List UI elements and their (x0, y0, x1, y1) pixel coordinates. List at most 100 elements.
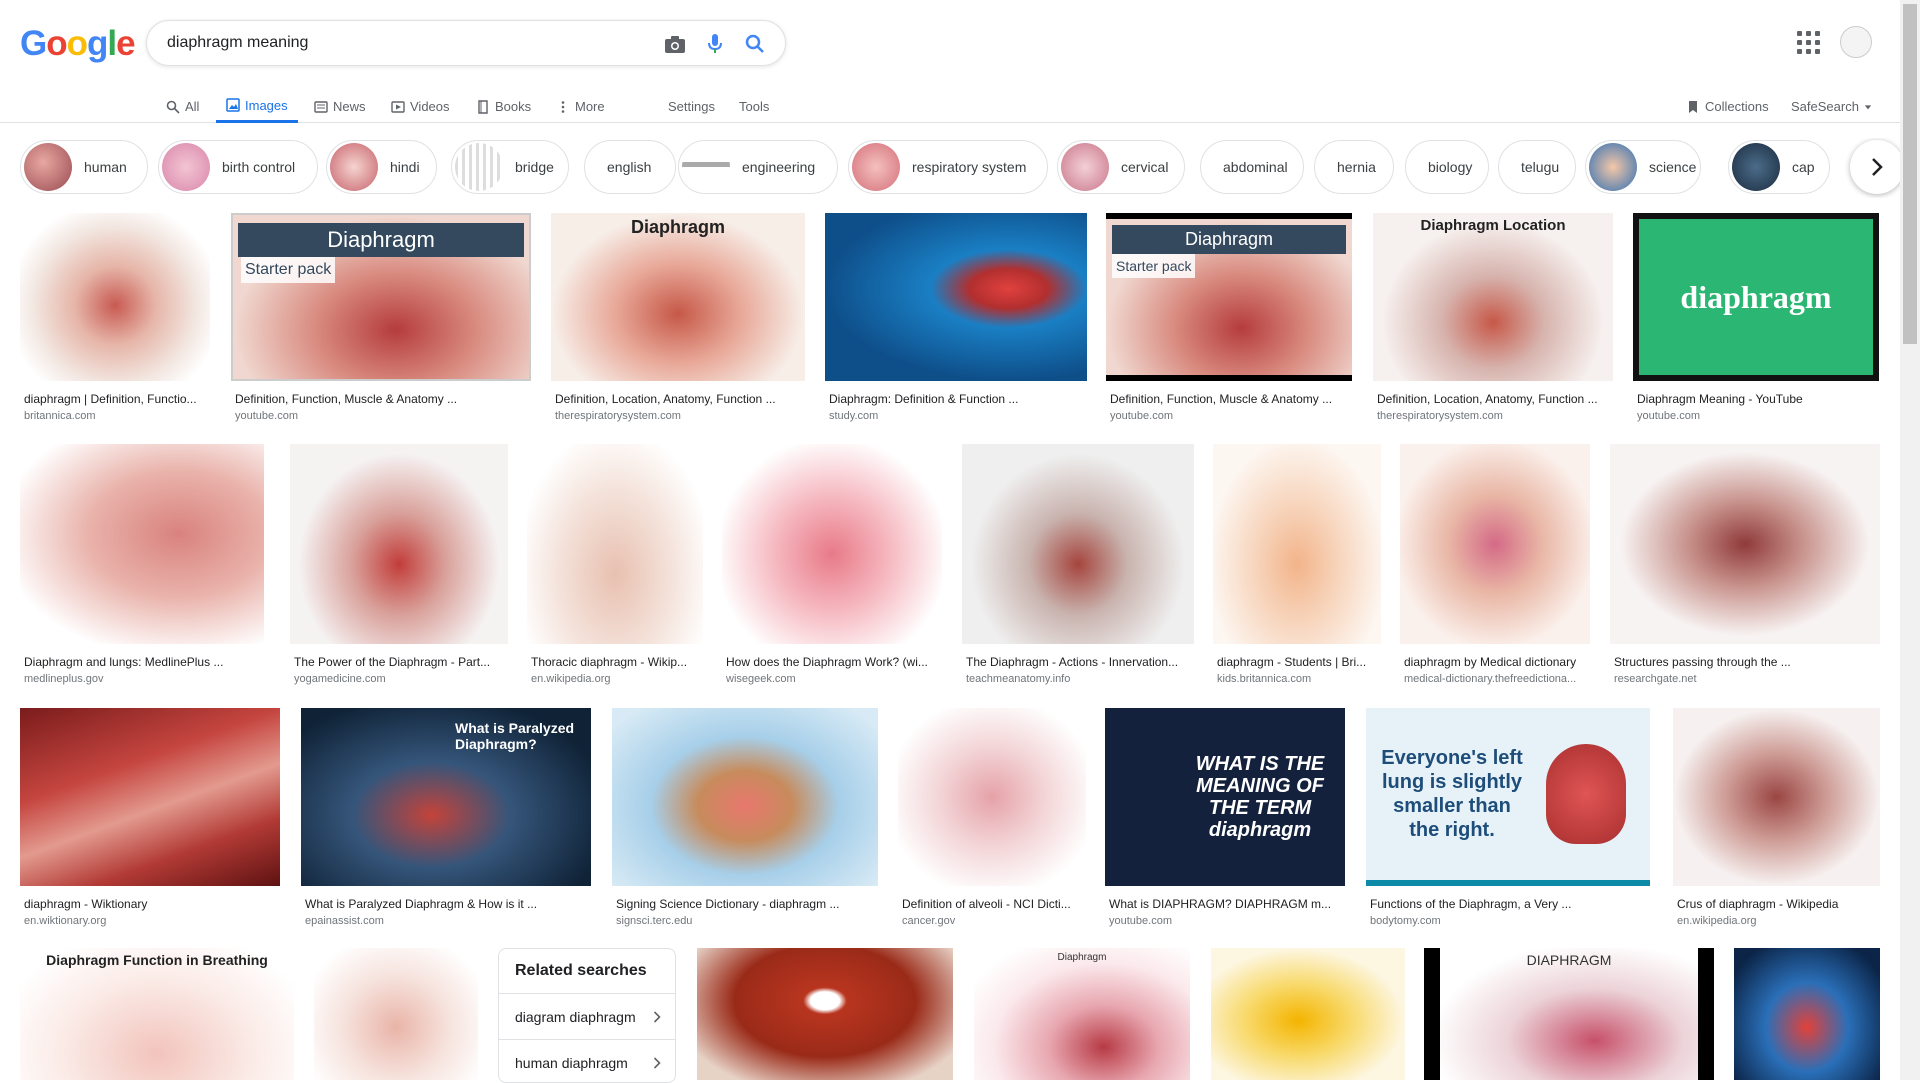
result-image[interactable] (290, 444, 508, 644)
result-image[interactable] (1673, 708, 1880, 886)
result-image[interactable] (612, 708, 878, 886)
page-scrollbar[interactable] (1900, 0, 1920, 1080)
image-result[interactable] (1734, 948, 1880, 1080)
chip-engineering[interactable]: engineering (678, 140, 838, 194)
tab-tools[interactable]: Tools (739, 88, 769, 123)
result-image[interactable] (20, 213, 210, 381)
chip-hindi[interactable]: hindi (326, 140, 437, 194)
result-title[interactable]: What is DIAPHRAGM? DIAPHRAGM m... (1109, 897, 1345, 911)
image-result[interactable]: What is Paralyzed Diaphragm? What is Par… (301, 708, 591, 930)
result-title[interactable]: diaphragm | Definition, Functio... (24, 392, 210, 406)
image-result[interactable]: Definition of alveoli - NCI Dicti... can… (898, 708, 1086, 930)
chip-english[interactable]: english (584, 140, 676, 194)
chip-respiratory-system[interactable]: respiratory system (848, 140, 1048, 194)
result-title[interactable]: diaphragm - Students | Bri... (1217, 655, 1381, 669)
microphone-icon[interactable] (703, 32, 727, 56)
image-result[interactable] (697, 948, 953, 1080)
search-icon[interactable] (743, 32, 767, 56)
tab-news[interactable]: News (314, 88, 366, 123)
related-search-item[interactable]: diagram diaphragm (499, 993, 675, 1039)
image-result[interactable]: Diaphragm Definition, Location, Anatomy,… (551, 213, 805, 423)
image-result[interactable]: Everyone's left lung is slightly smaller… (1366, 708, 1650, 930)
result-title[interactable]: Diaphragm: Definition & Function ... (829, 392, 1087, 406)
image-result[interactable]: Diaphragm (974, 948, 1190, 1080)
chips-next-button[interactable] (1850, 140, 1900, 194)
result-title[interactable]: The Diaphragm - Actions - Innervation... (966, 655, 1194, 669)
chip-telugu[interactable]: telugu (1498, 140, 1576, 194)
result-image[interactable]: Diaphragm (974, 948, 1190, 1080)
result-image[interactable]: diaphragm (1633, 213, 1879, 381)
result-title[interactable]: What is Paralyzed Diaphragm & How is it … (305, 897, 591, 911)
result-image[interactable] (527, 444, 703, 644)
image-result[interactable]: diaphragm Diaphragm Meaning - YouTube yo… (1633, 213, 1879, 423)
result-title[interactable]: Definition, Location, Anatomy, Function … (1377, 392, 1613, 406)
related-search-item[interactable]: human diaphragm (499, 1039, 675, 1082)
result-image[interactable] (20, 444, 264, 644)
chip-bridge[interactable]: bridge (451, 140, 569, 194)
google-logo[interactable]: Google (20, 24, 136, 64)
image-result[interactable]: Diaphragm Function in Breathing (20, 948, 294, 1080)
result-title[interactable]: Thoracic diaphragm - Wikip... (531, 655, 703, 669)
image-result[interactable]: Diaphragm: Definition & Function ... stu… (825, 213, 1087, 423)
image-result[interactable]: WHAT IS THE MEANING OF THE TERM diaphrag… (1105, 708, 1345, 930)
result-image[interactable] (697, 948, 953, 1080)
search-input[interactable] (167, 30, 647, 56)
image-result[interactable]: The Diaphragm - Actions - Innervation...… (962, 444, 1194, 688)
image-result[interactable]: How does the Diaphragm Work? (wi... wise… (722, 444, 942, 688)
image-result[interactable]: Diaphragm Location Definition, Location,… (1373, 213, 1613, 423)
result-image[interactable] (898, 708, 1086, 886)
result-title[interactable]: Functions of the Diaphragm, a Very ... (1370, 897, 1650, 911)
result-image[interactable] (1213, 444, 1381, 644)
result-image[interactable] (1400, 444, 1590, 644)
image-result[interactable]: diaphragm - Wiktionary en.wiktionary.org (20, 708, 280, 930)
result-title[interactable]: How does the Diaphragm Work? (wi... (726, 655, 942, 669)
result-title[interactable]: The Power of the Diaphragm - Part... (294, 655, 508, 669)
chip-cap[interactable]: cap (1728, 140, 1830, 194)
result-image[interactable] (1211, 948, 1405, 1080)
result-image[interactable] (1734, 948, 1880, 1080)
image-result[interactable]: Diaphragm Starter pack Definition, Funct… (231, 213, 531, 423)
tab-all[interactable]: All (166, 88, 199, 123)
result-image[interactable] (825, 213, 1087, 381)
result-image[interactable] (20, 708, 280, 886)
result-image[interactable]: Diaphragm Location (1373, 213, 1613, 381)
collections-button[interactable]: Collections (1686, 88, 1769, 123)
result-title[interactable]: diaphragm by Medical dictionary (1404, 655, 1590, 669)
safesearch-button[interactable]: SafeSearch (1791, 88, 1872, 123)
result-title[interactable]: Signing Science Dictionary - diaphragm .… (616, 897, 878, 911)
image-result[interactable]: Crus of diaphragm - Wikipedia en.wikiped… (1673, 708, 1880, 930)
image-result[interactable]: DIAPHRAGM (1424, 948, 1714, 1080)
tab-settings[interactable]: Settings (668, 88, 715, 123)
result-title[interactable]: Definition, Location, Anatomy, Function … (555, 392, 805, 406)
avatar[interactable] (1840, 26, 1872, 58)
result-image[interactable]: Diaphragm (551, 213, 805, 381)
apps-grid-icon[interactable] (1796, 30, 1820, 54)
camera-icon[interactable] (663, 32, 687, 56)
image-result[interactable]: diaphragm by Medical dictionary medical-… (1400, 444, 1590, 688)
image-result[interactable] (1211, 948, 1405, 1080)
image-result[interactable]: Signing Science Dictionary - diaphragm .… (612, 708, 878, 930)
image-result[interactable]: Thoracic diaphragm - Wikip... en.wikiped… (527, 444, 703, 688)
result-image[interactable]: Diaphragm Function in Breathing (20, 948, 294, 1080)
image-result[interactable] (314, 948, 478, 1080)
result-title[interactable]: Definition, Function, Muscle & Anatomy .… (1110, 392, 1352, 406)
image-result[interactable]: diaphragm | Definition, Functio... brita… (20, 213, 210, 423)
image-result[interactable]: Diaphragm and lungs: MedlinePlus ... med… (20, 444, 264, 688)
tab-books[interactable]: Books (476, 88, 531, 123)
scrollbar-thumb[interactable] (1903, 4, 1917, 344)
chip-biology[interactable]: biology (1405, 140, 1489, 194)
chip-abdominal[interactable]: abdominal (1200, 140, 1304, 194)
result-title[interactable]: Definition of alveoli - NCI Dicti... (902, 897, 1086, 911)
result-image[interactable]: Everyone's left lung is slightly smaller… (1366, 708, 1650, 886)
chip-cervical[interactable]: cervical (1057, 140, 1185, 194)
chip-hernia[interactable]: hernia (1314, 140, 1394, 194)
result-image[interactable] (1610, 444, 1880, 644)
result-title[interactable]: Definition, Function, Muscle & Anatomy .… (235, 392, 531, 406)
tab-images[interactable]: Images (216, 88, 298, 123)
chip-birth-control[interactable]: birth control (158, 140, 318, 194)
result-title[interactable]: diaphragm - Wiktionary (24, 897, 280, 911)
tab-videos[interactable]: Videos (391, 88, 450, 123)
result-image[interactable]: What is Paralyzed Diaphragm? (301, 708, 591, 886)
result-image[interactable]: WHAT IS THE MEANING OF THE TERM diaphrag… (1105, 708, 1345, 886)
result-image[interactable] (722, 444, 942, 644)
